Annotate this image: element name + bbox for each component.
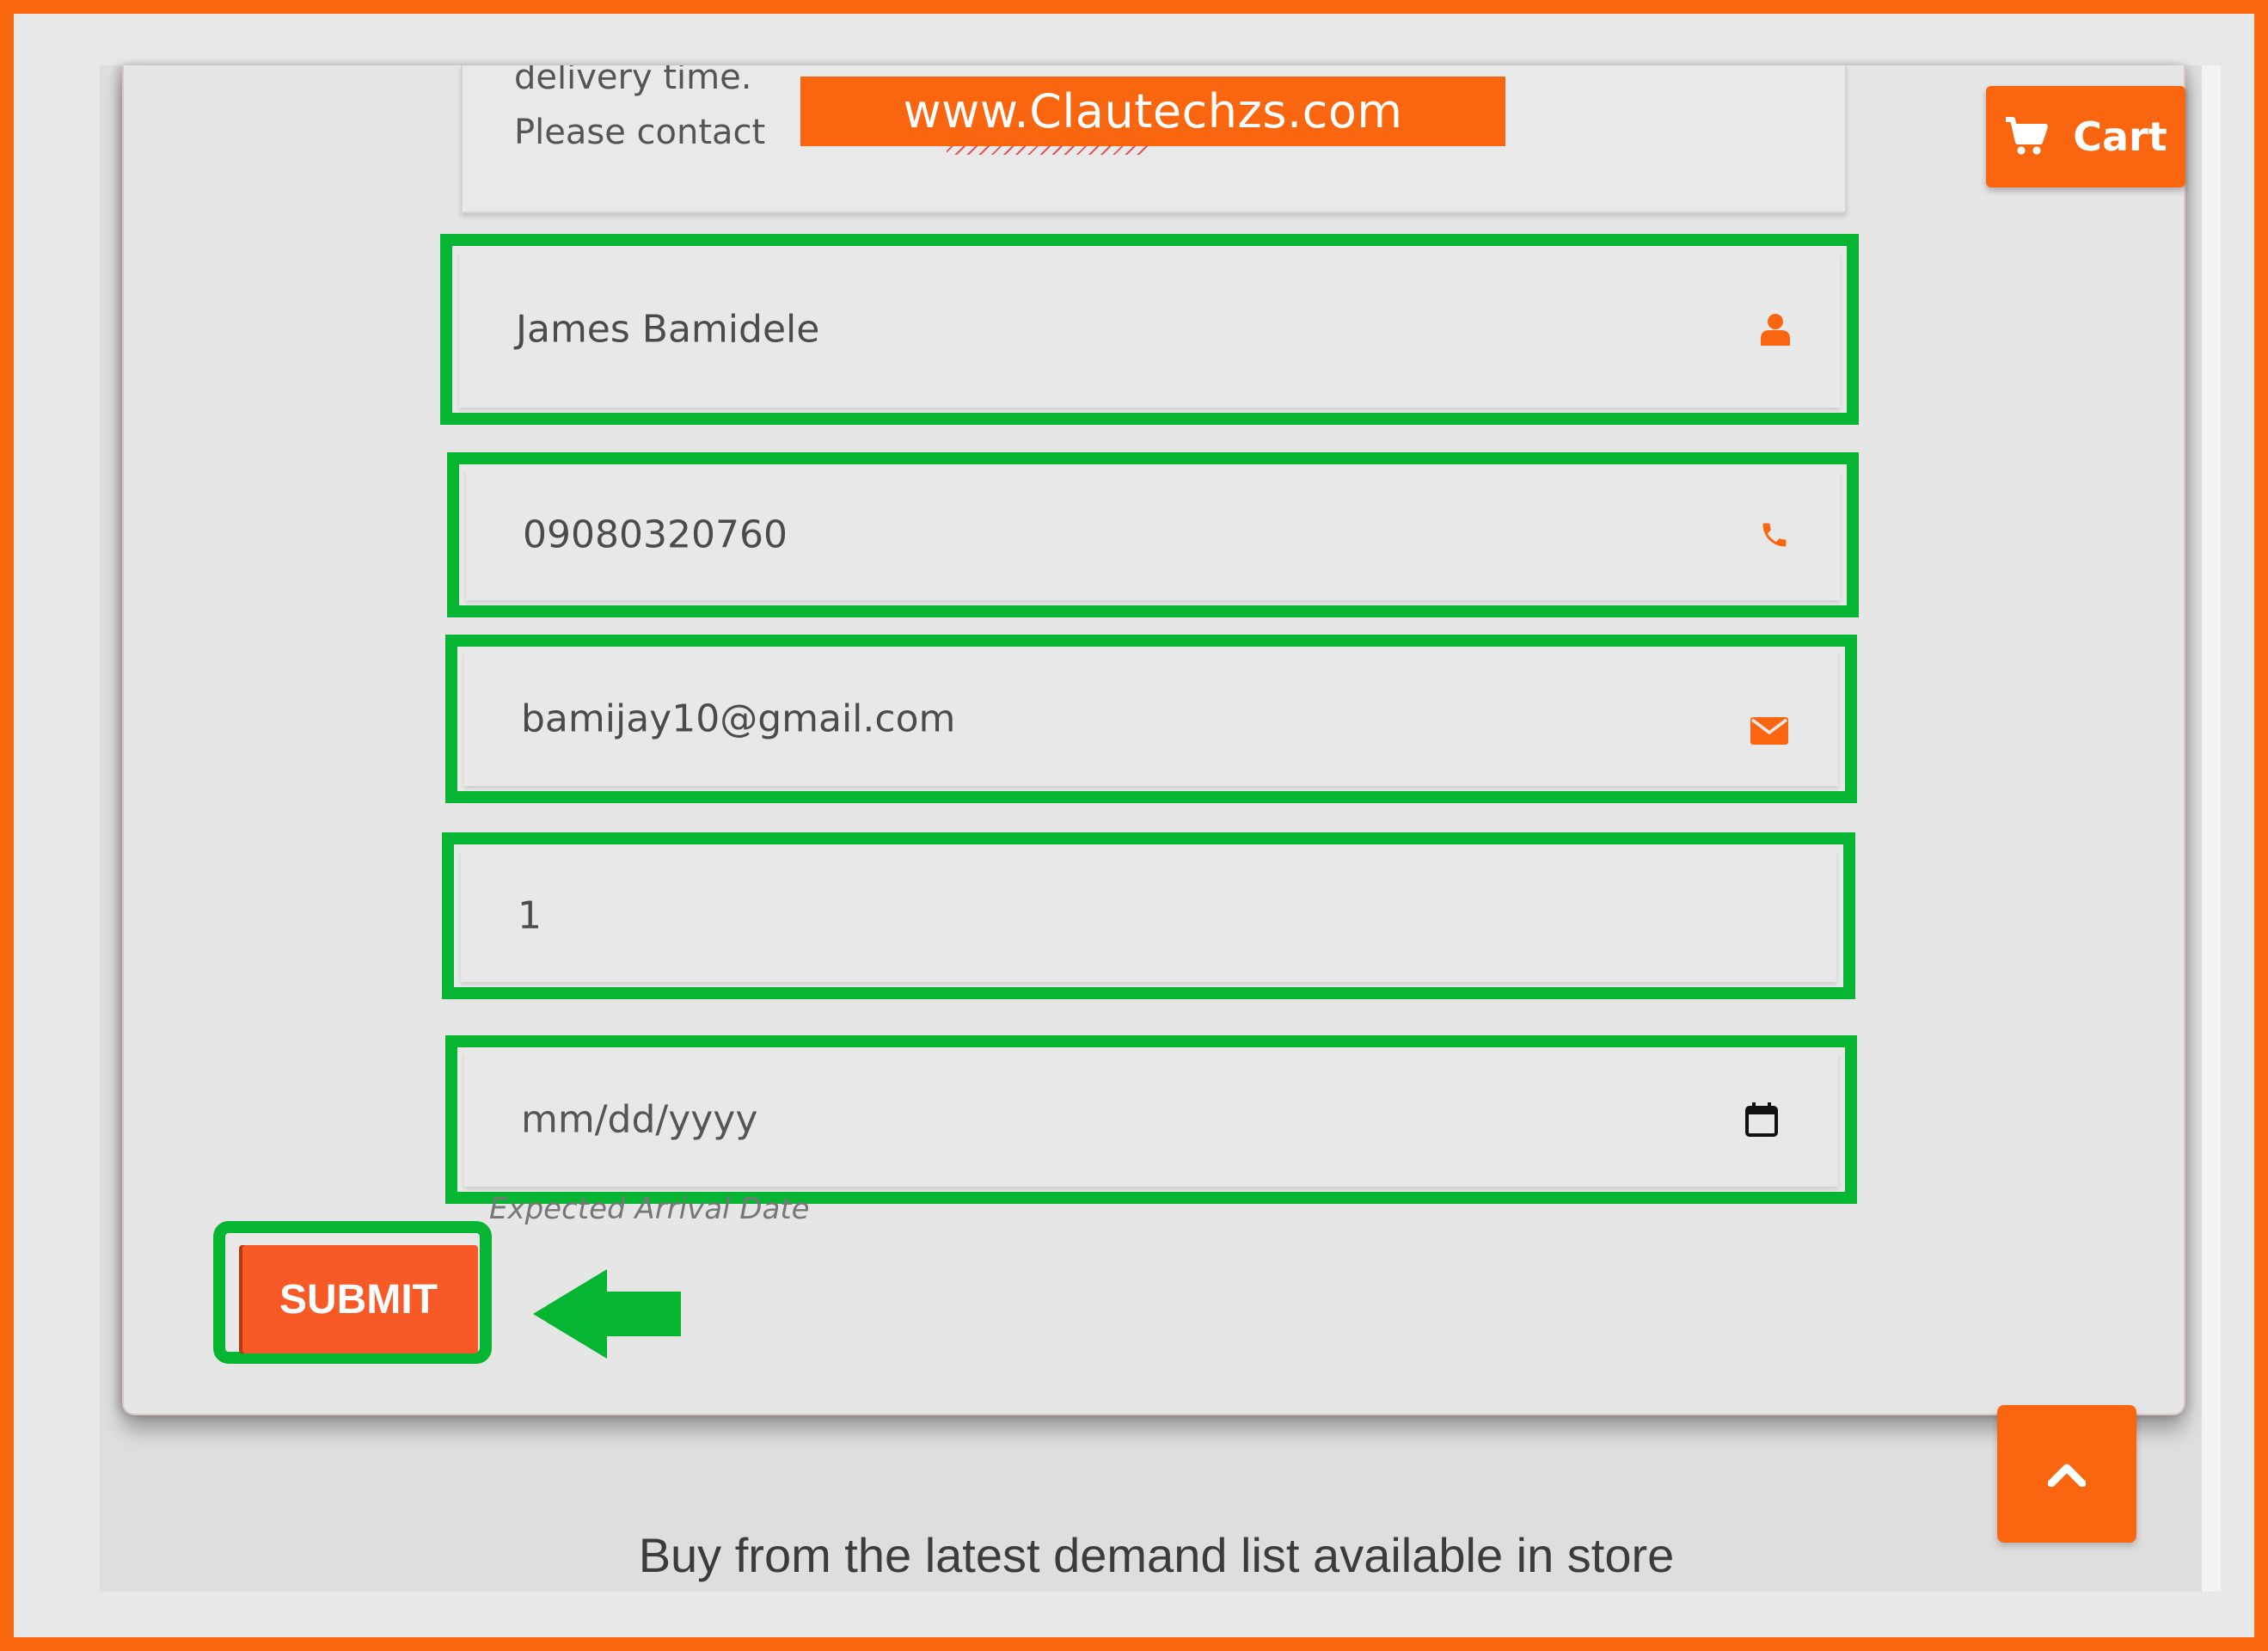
email-input[interactable]: bamijay10@gmail.com	[464, 652, 1838, 786]
quantity-input[interactable]: 1	[461, 850, 1836, 982]
submit-highlight: SUBMIT	[213, 1221, 492, 1364]
date-placeholder: mm/dd/yyyy	[521, 1097, 758, 1142]
quantity-value: 1	[518, 893, 542, 938]
calendar-icon[interactable]	[1745, 1102, 1778, 1137]
message-line-1: delivery time.	[514, 65, 752, 97]
cart-icon	[2006, 117, 2049, 155]
quantity-field-highlight: 1	[442, 832, 1855, 999]
page-edge	[2202, 65, 2221, 1592]
phone-field-highlight: 09080320760	[447, 452, 1859, 617]
message-line-2: Please contact	[514, 113, 766, 152]
arrow-left-icon	[533, 1269, 681, 1359]
submit-button[interactable]: SUBMIT	[239, 1245, 478, 1353]
cart-label: Cart	[2073, 114, 2167, 160]
phone-input[interactable]: 09080320760	[466, 470, 1840, 600]
date-helper-text: Expected Arrival Date	[489, 1192, 810, 1226]
name-input[interactable]: James Bamidele	[459, 251, 1840, 408]
name-field-highlight: James Bamidele	[440, 234, 1859, 425]
phone-value: 09080320760	[523, 512, 788, 557]
arrival-date-input[interactable]: mm/dd/yyyy	[464, 1053, 1838, 1187]
watermark-banner: www.Clautechzs.com	[800, 77, 1505, 146]
date-field-highlight: mm/dd/yyyy	[445, 1035, 1857, 1204]
footer-promo-text: Buy from the latest demand list availabl…	[638, 1528, 1675, 1582]
user-icon	[1761, 314, 1790, 346]
scroll-to-top-button[interactable]	[1997, 1405, 2136, 1543]
name-value: James Bamidele	[516, 307, 820, 352]
email-value: bamijay10@gmail.com	[521, 697, 956, 741]
envelope-icon	[1750, 717, 1788, 745]
screenshot-frame: delivery time. Please contact www.Claute…	[0, 0, 2268, 1651]
chevron-up-icon	[2048, 1464, 2086, 1487]
email-field-highlight: bamijay10@gmail.com	[445, 635, 1857, 803]
cart-button[interactable]: Cart	[1986, 86, 2185, 187]
phone-icon	[1762, 523, 1787, 547]
